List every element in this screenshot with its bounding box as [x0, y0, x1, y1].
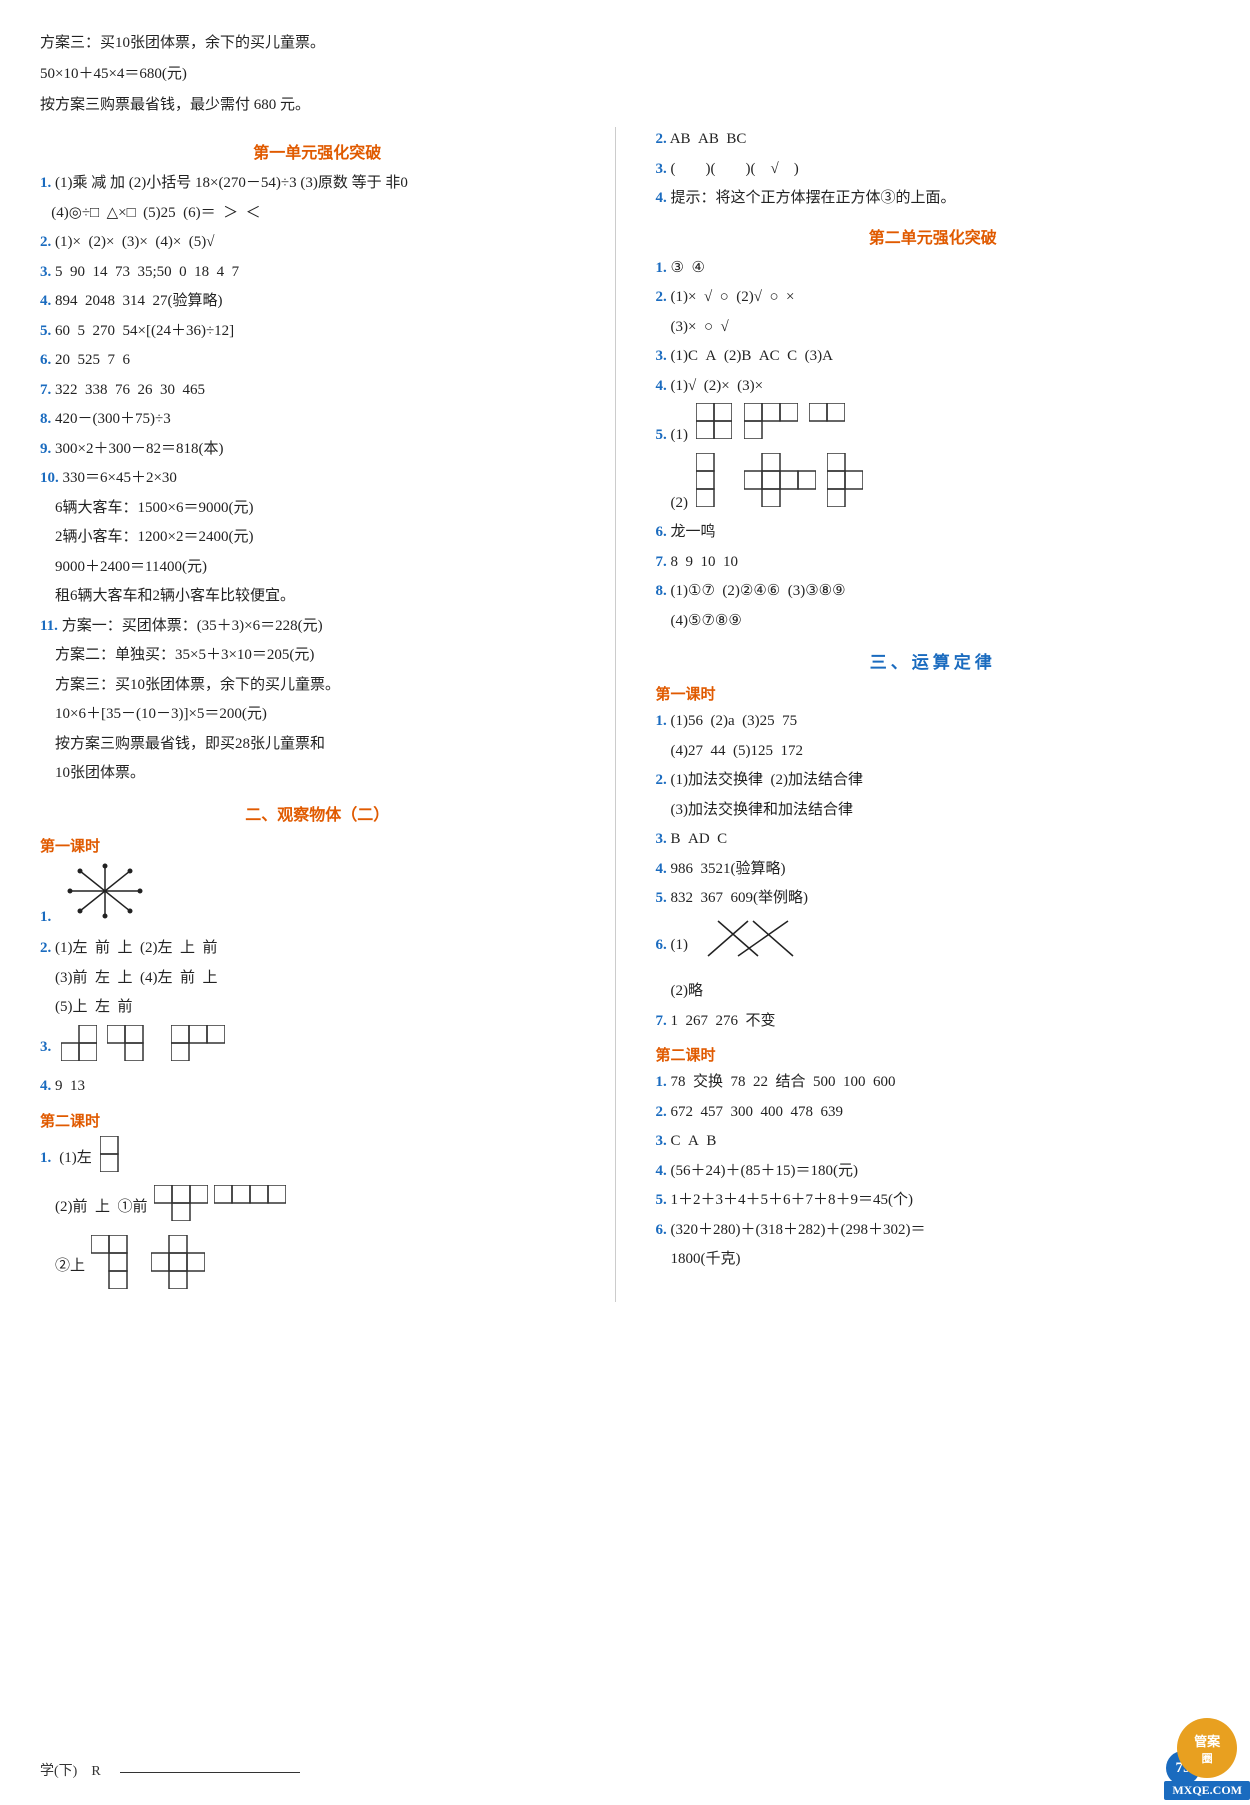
item-10a: 6辆大客车：1500×6＝9000(元)	[40, 496, 595, 522]
r-item-3: 3. (1)C A (2)B AC C (3)A	[656, 344, 1211, 370]
intro-line1: 方案三：买10张团体票，余下的买儿童票。	[40, 30, 1210, 57]
s3b-item-6a: 6. (320＋280)＋(318＋282)＋(298＋302)＝	[656, 1218, 1211, 1244]
grid-shape-6b	[151, 1235, 205, 1299]
item-4: 4. 894 2048 314 27(验算略)	[40, 289, 595, 315]
s3-item-6b: (2)略	[656, 979, 1211, 1005]
item-3: 3. 5 90 14 73 35;50 0 18 4 7	[40, 260, 595, 286]
item-1: 1. (1)乘 减 加 (2)小括号 18×(270－54)÷3 (3)原数 等…	[40, 171, 595, 197]
grid-shape-1	[61, 1025, 97, 1071]
page: 方案三：买10张团体票，余下的买儿童票。 50×10＋45×4＝680(元) 按…	[0, 0, 1250, 1805]
r-item-5a: 5. (1)	[656, 403, 1211, 449]
subsec3-2-label: 第二课时	[656, 1044, 1211, 1065]
item-11c: 方案三：买10张团体票，余下的买儿童票。	[40, 673, 595, 699]
s3b-item-6b: 1800(千克)	[656, 1247, 1211, 1273]
r-item-2a: 2. (1)× √ ○ (2)√ ○ ×	[656, 285, 1211, 311]
lines-diagram	[698, 916, 798, 976]
watermark: MXQE.COM	[1164, 1781, 1250, 1800]
right-column: 2. AB AB BC 3. ( )( )( √ ) 4. 提示：将这个正方体摆…	[646, 127, 1211, 1302]
section2r-title: 第二单元强化突破	[656, 224, 1211, 248]
s3b-item-3: 3. C A B	[656, 1129, 1211, 1155]
obs-item-2a: 2. (1)左 前 上 (2)左 上 前	[40, 936, 595, 962]
s3-item-5: 5. 832 367 609(举例略)	[656, 886, 1211, 912]
obs-item-2b: (3)前 左 上 (4)左 前 上	[40, 966, 595, 992]
item-11a: 11. 方案一：买团体票：(35＋3)×6＝228(元)	[40, 614, 595, 640]
item-11e: 按方案三购票最省钱，即买28张儿童票和	[40, 732, 595, 758]
section3-title: 三、运算定律	[656, 648, 1211, 673]
r-item-7: 7. 8 9 10 10	[656, 550, 1211, 576]
diagram1-item: 1.	[40, 861, 595, 931]
item-6: 6. 20 525 7 6	[40, 348, 595, 374]
subsec1-label: 第一课时	[40, 835, 595, 856]
item-8: 8. 420－(300＋75)÷3	[40, 407, 595, 433]
r-grid-5a-2	[744, 403, 798, 449]
grid-shape-4	[100, 1136, 136, 1182]
obs-item-4: 4. 9 13	[40, 1074, 595, 1100]
intro-line3: 按方案三购票最省钱，最少需付 680 元。	[40, 92, 1210, 119]
r-item-2b: (3)× ○ √	[656, 315, 1211, 341]
s3-item-6a: 6. (1)	[656, 916, 1211, 976]
s3-item-2a: 2. (1)加法交换律 (2)加法结合律	[656, 768, 1211, 794]
subsec2-label: 第二课时	[40, 1110, 595, 1131]
grid-shape-6a	[91, 1235, 145, 1299]
s3b-item-1: 1. 78 交换 78 22 结合 500 100 600	[656, 1070, 1211, 1096]
r-item-4: 4. (1)√ (2)× (3)×	[656, 374, 1211, 400]
item-5: 5. 60 5 270 54×[(24＋36)÷12]	[40, 319, 595, 345]
s3b-item-4: 4. (56＋24)＋(85＋15)＝180(元)	[656, 1159, 1211, 1185]
footer-line	[120, 1772, 300, 1773]
r-item-1: 1. ③ ④	[656, 256, 1211, 282]
subsec3-1-label: 第一课时	[656, 683, 1211, 704]
intro-section: 方案三：买10张团体票，余下的买儿童票。 50×10＋45×4＝680(元) 按…	[40, 30, 1210, 119]
grid-shape-2	[107, 1025, 161, 1071]
s3b-item-2: 2. 672 457 300 400 478 639	[656, 1100, 1211, 1126]
right-item-4: 4. 提示：将这个正方体摆在正方体③的上面。	[656, 186, 1211, 212]
r-item-6: 6. 龙一鸣	[656, 520, 1211, 546]
section1-title: 第一单元强化突破	[40, 139, 595, 163]
s3-item-2b: (3)加法交换律和加法结合律	[656, 798, 1211, 824]
r-grid-5b-3	[827, 453, 863, 517]
obs2-item-1c: ②上	[40, 1235, 595, 1299]
right-item-2: 2. AB AB BC	[656, 127, 1211, 153]
cross-diagram	[65, 861, 145, 931]
r-grid-5b-1	[696, 453, 732, 517]
obs-item-3: 3.	[40, 1025, 595, 1071]
s3b-item-5: 5. 1＋2＋3＋4＋5＋6＋7＋8＋9＝45(个)	[656, 1188, 1211, 1214]
section2-title: 二、观察物体（二）	[40, 801, 595, 825]
obs-item-2c: (5)上 左 前	[40, 995, 595, 1021]
item-10b: 2辆小客车：1200×2＝2400(元)	[40, 525, 595, 551]
item-10: 10. 330＝6×45＋2×30	[40, 466, 595, 492]
item-11f: 10张团体票。	[40, 761, 595, 787]
r-grid-5b-2	[744, 453, 816, 517]
item-2: 2. (1)× (2)× (3)× (4)× (5)√	[40, 230, 595, 256]
intro-line2: 50×10＋45×4＝680(元)	[40, 61, 1210, 88]
footer-left: 学(下) R	[40, 1760, 101, 1780]
r-item-5b: (2)	[656, 453, 1211, 517]
main-content: 第一单元强化突破 1. (1)乘 减 加 (2)小括号 18×(270－54)÷…	[40, 127, 1210, 1302]
grid-shape-5b	[214, 1185, 286, 1231]
item-1b: (4)◎÷□ △×□ (5)25 (6)＝ ＞ ＜	[40, 201, 595, 227]
grid-shape-5a	[154, 1185, 208, 1231]
item-11d: 10×6＋[35－(10－3)]×5＝200(元)	[40, 702, 595, 728]
r-grid-5a-3	[809, 403, 845, 449]
r-item-8a: 8. (1)①⑦ (2)②④⑥ (3)③⑧⑨	[656, 579, 1211, 605]
obs2-item-1b: (2)前 上 ①前	[40, 1185, 595, 1231]
item-9: 9. 300×2＋300－82＝818(本)	[40, 437, 595, 463]
item-11b: 方案二：单独买：35×5＋3×10＝205(元)	[40, 643, 595, 669]
s3-item-7: 7. 1 267 276 不变	[656, 1009, 1211, 1035]
s3-item-1b: (4)27 44 (5)125 172	[656, 739, 1211, 765]
grid-shape-3	[171, 1025, 225, 1071]
r-item-8b: (4)⑤⑦⑧⑨	[656, 609, 1211, 635]
item-10d: 租6辆大客车和2辆小客车比较便宜。	[40, 584, 595, 610]
obs2-item-1a: 1. (1)左	[40, 1136, 595, 1182]
s3-item-3: 3. B AD C	[656, 827, 1211, 853]
s3-item-4: 4. 986 3521(验算略)	[656, 857, 1211, 883]
right-item-3: 3. ( )( )( √ )	[656, 157, 1211, 183]
item-10c: 9000＋2400＝11400(元)	[40, 555, 595, 581]
left-column: 第一单元强化突破 1. (1)乘 减 加 (2)小括号 18×(270－54)÷…	[40, 127, 616, 1302]
r-grid-5a-1	[696, 403, 732, 449]
item-7: 7. 322 338 76 26 30 465	[40, 378, 595, 404]
logo-circle: 管案 圈	[1177, 1718, 1237, 1778]
s3-item-1a: 1. (1)56 (2)a (3)25 75	[656, 709, 1211, 735]
